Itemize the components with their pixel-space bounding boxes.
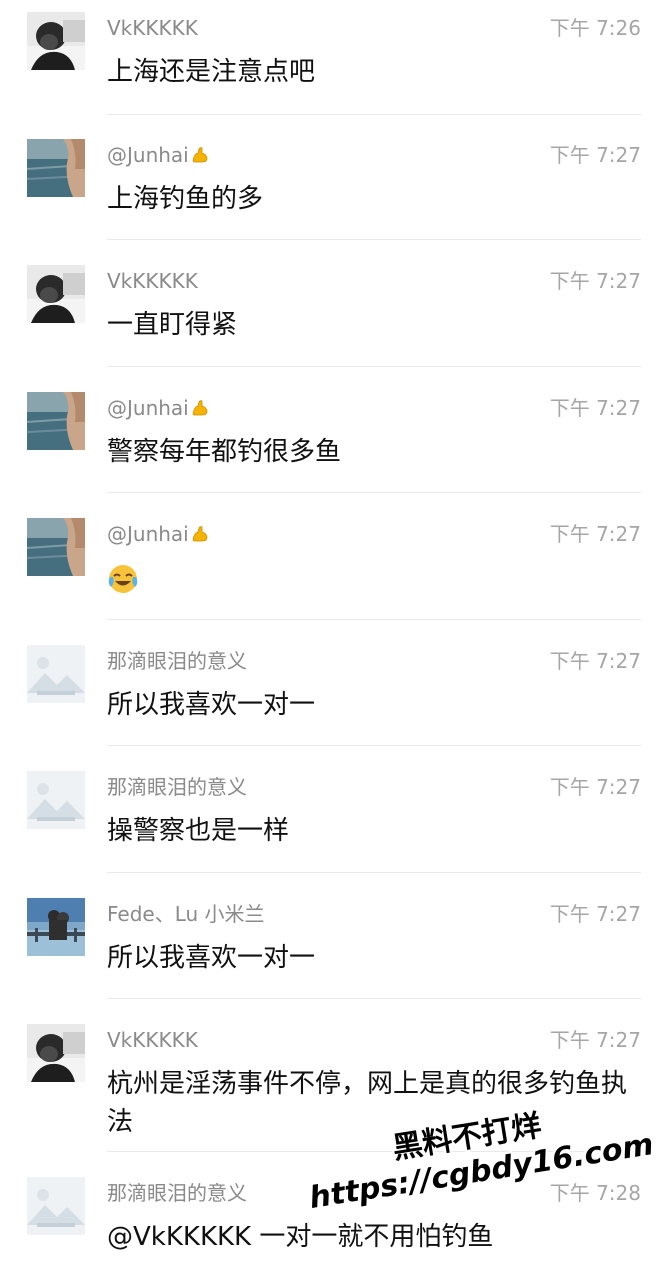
sender-name[interactable]: @Junhai bbox=[107, 520, 210, 548]
avatar[interactable] bbox=[27, 265, 85, 323]
avatar[interactable] bbox=[27, 139, 85, 197]
message-time: 下午 7:28 bbox=[549, 1181, 641, 1205]
sender-name[interactable]: VkKKKKK bbox=[107, 267, 198, 295]
avatar[interactable] bbox=[27, 12, 85, 70]
divider bbox=[107, 366, 641, 367]
message-time: 下午 7:27 bbox=[549, 902, 641, 926]
divider bbox=[107, 872, 641, 873]
message-text-content: 上海钓鱼的多 bbox=[107, 184, 264, 214]
sender-name-text: @Junhai bbox=[107, 396, 189, 420]
sender-name[interactable]: 那滴眼泪的意义 bbox=[107, 773, 247, 801]
sender-name-text: VkKKKKK bbox=[107, 16, 198, 40]
message-item[interactable]: VkKKKKK 下午 7:26 上海还是注意点吧 bbox=[0, 0, 669, 115]
sender-name[interactable]: VkKKKKK bbox=[107, 1026, 198, 1054]
laughing-crying-emoji-icon bbox=[107, 563, 139, 595]
message-item[interactable]: Fede、Lu 小米兰 下午 7:27 所以我喜欢一对一 bbox=[0, 886, 669, 999]
message-time: 下午 7:27 bbox=[549, 143, 641, 167]
message-time: 下午 7:27 bbox=[549, 649, 641, 673]
message-item[interactable]: VkKKKKK 下午 7:27 杭州是淫荡事件不停，网上是真的很多钓鱼执法 bbox=[0, 1012, 669, 1152]
sender-name-text: VkKKKKK bbox=[107, 1028, 198, 1052]
message-text-content: 上海还是注意点吧 bbox=[107, 57, 316, 87]
divider bbox=[107, 114, 641, 115]
message-item[interactable]: VkKKKKK 下午 7:27 一直盯得紧 bbox=[0, 253, 669, 367]
message-text-content: 一直盯得紧 bbox=[107, 310, 238, 340]
avatar[interactable] bbox=[27, 1177, 85, 1235]
message-item[interactable]: @Junhai 下午 7:27 上海钓鱼的多 bbox=[0, 127, 669, 240]
sender-name[interactable]: Fede、Lu 小米兰 bbox=[107, 900, 265, 928]
avatar[interactable] bbox=[27, 518, 85, 576]
message-text: 警察每年都钓很多鱼 bbox=[107, 433, 637, 471]
flexed-biceps-icon bbox=[190, 144, 210, 164]
message-text: @VkKKKKK 一对一就不用怕钓鱼 bbox=[107, 1218, 637, 1256]
message-item[interactable]: 那滴眼泪的意义 下午 7:28 @VkKKKKK 一对一就不用怕钓鱼 bbox=[0, 1165, 669, 1280]
message-text: 所以我喜欢一对一 bbox=[107, 686, 637, 724]
sender-name[interactable]: @Junhai bbox=[107, 141, 210, 169]
avatar[interactable] bbox=[27, 645, 85, 703]
message-text-content: 杭州是淫荡事件不停，网上是真的很多钓鱼执法 bbox=[107, 1069, 628, 1137]
flexed-biceps-icon bbox=[190, 397, 210, 417]
flexed-biceps-icon bbox=[190, 523, 210, 543]
divider bbox=[107, 745, 641, 746]
message-item[interactable]: 那滴眼泪的意义 下午 7:27 所以我喜欢一对一 bbox=[0, 633, 669, 746]
divider bbox=[107, 239, 641, 240]
message-text-content: 所以我喜欢一对一 bbox=[107, 943, 316, 973]
message-text-content: 警察每年都钓很多鱼 bbox=[107, 437, 342, 467]
sender-name-text: @Junhai bbox=[107, 143, 189, 167]
message-time: 下午 7:27 bbox=[549, 775, 641, 799]
divider bbox=[107, 619, 641, 620]
message-time: 下午 7:26 bbox=[549, 16, 641, 40]
sender-name-text: 那滴眼泪的意义 bbox=[107, 649, 247, 673]
message-text-content: 操警察也是一样 bbox=[107, 816, 290, 846]
sender-name[interactable]: 那滴眼泪的意义 bbox=[107, 647, 247, 675]
avatar[interactable] bbox=[27, 392, 85, 450]
sender-name-text: VkKKKKK bbox=[107, 269, 198, 293]
message-item[interactable]: @Junhai 下午 7:27 警察每年都钓很多鱼 bbox=[0, 380, 669, 493]
sender-name-text: @Junhai bbox=[107, 522, 189, 546]
message-text: 所以我喜欢一对一 bbox=[107, 939, 637, 977]
divider bbox=[107, 492, 641, 493]
message-text-content: @VkKKKKK 一对一就不用怕钓鱼 bbox=[107, 1222, 494, 1252]
message-text bbox=[107, 559, 637, 597]
divider bbox=[107, 998, 641, 999]
message-text: 杭州是淫荡事件不停，网上是真的很多钓鱼执法 bbox=[107, 1065, 637, 1141]
sender-name-text: 那滴眼泪的意义 bbox=[107, 1181, 247, 1205]
message-text: 上海还是注意点吧 bbox=[107, 53, 637, 91]
avatar[interactable] bbox=[27, 898, 85, 956]
message-time: 下午 7:27 bbox=[549, 522, 641, 546]
sender-name[interactable]: VkKKKKK bbox=[107, 14, 198, 42]
sender-name[interactable]: @Junhai bbox=[107, 394, 210, 422]
avatar[interactable] bbox=[27, 771, 85, 829]
message-item[interactable]: @Junhai 下午 7:27 bbox=[0, 506, 669, 620]
message-time: 下午 7:27 bbox=[549, 269, 641, 293]
message-time: 下午 7:27 bbox=[549, 1028, 641, 1052]
avatar[interactable] bbox=[27, 1024, 85, 1082]
sender-name[interactable]: 那滴眼泪的意义 bbox=[107, 1179, 247, 1207]
message-text: 操警察也是一样 bbox=[107, 812, 637, 850]
sender-name-text: Fede、Lu 小米兰 bbox=[107, 902, 265, 926]
divider bbox=[107, 1151, 641, 1152]
sender-name-text: 那滴眼泪的意义 bbox=[107, 775, 247, 799]
message-item[interactable]: 那滴眼泪的意义 下午 7:27 操警察也是一样 bbox=[0, 759, 669, 873]
message-text: 上海钓鱼的多 bbox=[107, 180, 637, 218]
message-text: 一直盯得紧 bbox=[107, 306, 637, 344]
message-text-content: 所以我喜欢一对一 bbox=[107, 690, 316, 720]
message-time: 下午 7:27 bbox=[549, 396, 641, 420]
